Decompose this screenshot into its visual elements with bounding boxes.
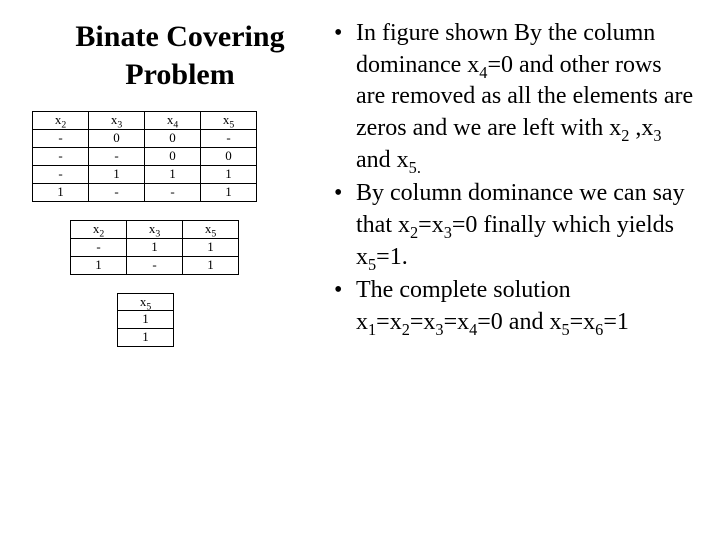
title-line-2: Problem [125,58,234,91]
cell: - [33,129,89,147]
col-header: x2 [71,220,127,238]
table-3: x5 1 1 [117,293,174,348]
cell: 1 [33,183,89,201]
cell: 1 [89,165,145,183]
cell: - [201,129,257,147]
left-column: Binate Covering Problem x2 x3 x4 x5 - 0 … [30,18,330,522]
tables-area: x2 x3 x4 x5 - 0 0 - - - 0 0 [30,111,330,365]
table-row: 1 [118,311,174,329]
cell: 0 [89,129,145,147]
cell: 1 [127,238,183,256]
cell: - [33,147,89,165]
col-header: x3 [89,112,145,130]
slide: Binate Covering Problem x2 x3 x4 x5 - 0 … [0,0,720,540]
col-header: x5 [183,220,239,238]
table-row: 1 - 1 [71,256,239,274]
table-row: x2 x3 x4 x5 [33,112,257,130]
table-row: - 0 0 - [33,129,257,147]
cell: 1 [183,238,239,256]
col-header: x2 [33,112,89,130]
cell: 0 [145,147,201,165]
cell: 1 [201,165,257,183]
cell: 1 [71,256,127,274]
cell: - [145,183,201,201]
cell: 1 [145,165,201,183]
cell: - [89,183,145,201]
cell: 0 [145,129,201,147]
cell: - [71,238,127,256]
table-row: x5 [118,293,174,311]
table-1: x2 x3 x4 x5 - 0 0 - - - 0 0 [32,111,257,202]
table-row: 1 [118,329,174,347]
slide-title: Binate Covering Problem [30,18,330,93]
col-header: x4 [145,112,201,130]
cell: 0 [201,147,257,165]
table-row: - 1 1 [71,238,239,256]
bullet-list: In figure shown By the column dominance … [334,18,696,339]
table-row: - - 0 0 [33,147,257,165]
cell: 1 [201,183,257,201]
cell: 1 [183,256,239,274]
bullet-item: By column dominance we can say that x2=x… [334,178,696,273]
table-row: 1 - - 1 [33,183,257,201]
table-2: x2 x3 x5 - 1 1 1 - 1 [70,220,239,275]
bullet-item: In figure shown By the column dominance … [334,18,696,176]
table-row: - 1 1 1 [33,165,257,183]
bullet-item: The complete solution x1=x2=x3=x4=0 and … [334,275,696,338]
table-row: x2 x3 x5 [71,220,239,238]
cell: 1 [118,311,174,329]
cell: - [89,147,145,165]
col-header: x5 [118,293,174,311]
cell: - [33,165,89,183]
col-header: x5 [201,112,257,130]
right-column: In figure shown By the column dominance … [330,18,696,522]
col-header: x3 [127,220,183,238]
cell: - [127,256,183,274]
title-line-1: Binate Covering [75,20,284,53]
cell: 1 [118,329,174,347]
